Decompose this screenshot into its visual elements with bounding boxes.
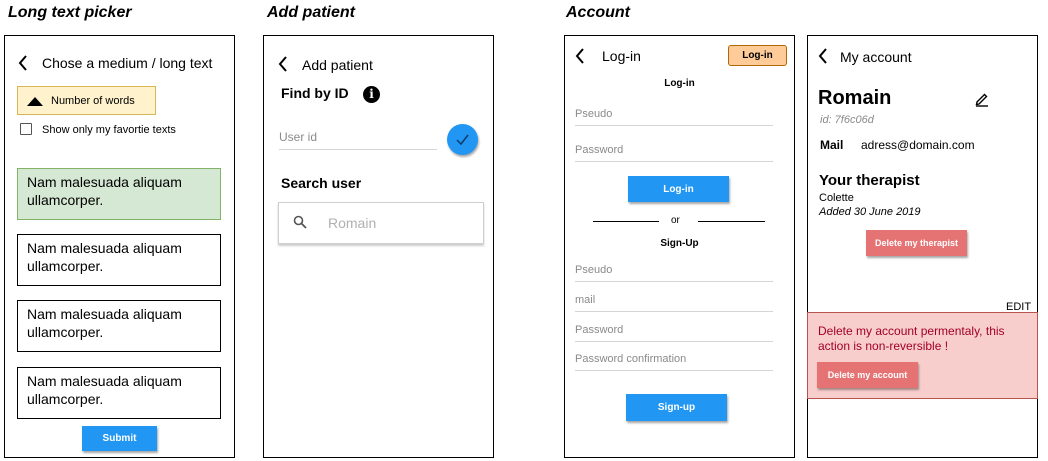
account-name: Romain — [818, 87, 892, 109]
add-patient-header-title: Add patient — [302, 57, 373, 73]
text-card[interactable]: Nam malesuada aliquam ullamcorper. — [17, 234, 221, 286]
phone-login: Log-in Log-in Log-in Pseudo Password Log… — [564, 35, 795, 458]
therapist-added-date: Added 30 June 2019 — [819, 206, 921, 218]
login-password-input[interactable]: Password — [575, 144, 773, 162]
phone-long-text-picker: Chose a medium / long text Number of wor… — [4, 35, 235, 458]
phone-my-account: My account Romain id: 7f6c06d Mail adres… — [807, 35, 1038, 458]
therapist-heading: Your therapist — [819, 172, 920, 189]
signup-pseudo-input[interactable]: Pseudo — [575, 264, 773, 282]
back-chevron-icon[interactable] — [18, 55, 28, 71]
search-placeholder: Romain — [328, 215, 377, 231]
text-card[interactable]: Nam malesuada aliquam ullamcorper. — [17, 367, 221, 419]
user-id-placeholder: User id — [279, 130, 318, 144]
submit-button[interactable]: Submit — [82, 426, 157, 451]
favorite-checkbox[interactable] — [20, 123, 32, 135]
signup-password-confirm-input[interactable]: Password confirmation — [575, 353, 773, 371]
login-header-title: Log-in — [602, 48, 641, 64]
signup-mail-input[interactable]: mail — [575, 294, 773, 312]
edit-pencil-icon[interactable] — [974, 91, 990, 107]
login-password-placeholder: Password — [575, 144, 624, 156]
login-pseudo-input[interactable]: Pseudo — [575, 108, 773, 126]
signup-mail-placeholder: mail — [575, 294, 596, 306]
confirm-id-button[interactable] — [447, 124, 478, 155]
section-title-picker: Long text picker — [8, 4, 132, 21]
or-separator: or — [671, 215, 680, 226]
info-icon[interactable]: i — [363, 86, 380, 103]
sort-number-of-words[interactable]: Number of words — [17, 86, 156, 115]
signup-pseudo-placeholder: Pseudo — [575, 264, 613, 276]
login-heading: Log-in — [664, 78, 695, 89]
divider-right — [698, 221, 765, 222]
therapist-name: Colette — [819, 192, 854, 204]
sort-up-icon — [27, 97, 43, 106]
login-pseudo-placeholder: Pseudo — [575, 108, 613, 120]
text-card-label: Nam malesuada aliquam ullamcorper. — [27, 240, 182, 274]
divider-left — [593, 221, 659, 222]
back-chevron-icon[interactable] — [818, 48, 828, 64]
text-card-label: Nam malesuada aliquam ullamcorper. — [27, 306, 182, 340]
account-user-id: id: 7f6c06d — [820, 114, 874, 126]
back-chevron-icon[interactable] — [278, 56, 288, 72]
find-by-id-heading: Find by ID — [281, 85, 349, 101]
back-chevron-icon[interactable] — [575, 48, 585, 64]
section-title-account: Account — [566, 4, 630, 21]
text-card-label: Nam malesuada aliquam ullamcorper. — [27, 174, 182, 208]
signup-submit-button[interactable]: Sign-up — [626, 394, 727, 421]
search-icon — [293, 215, 307, 229]
sort-label: Number of words — [51, 95, 135, 107]
signup-password-confirm-placeholder: Password confirmation — [575, 353, 687, 365]
favorite-label: Show only my favortie texts — [42, 124, 176, 136]
search-user-input[interactable]: Romain — [278, 202, 484, 244]
picker-header-title: Chose a medium / long text — [42, 55, 213, 71]
delete-account-button[interactable]: Delete my account — [817, 362, 918, 388]
search-user-heading: Search user — [281, 175, 362, 191]
text-card-label: Nam malesuada aliquam ullamcorper. — [27, 373, 182, 407]
mail-label: Mail — [820, 138, 844, 152]
text-card[interactable]: Nam malesuada aliquam ullamcorper. — [17, 300, 221, 352]
danger-zone: Delete my account permentaly, this actio… — [807, 312, 1038, 399]
phone-add-patient: Add patient Find by ID i User id Search … — [263, 35, 494, 458]
signup-heading: Sign-Up — [660, 238, 699, 249]
login-submit-button[interactable]: Log-in — [628, 176, 729, 202]
user-id-input[interactable]: User id — [279, 130, 437, 150]
delete-warning-text: Delete my account permentaly, this actio… — [818, 324, 1005, 353]
check-icon — [456, 134, 469, 145]
text-card-selected[interactable]: Nam malesuada aliquam ullamcorper. — [17, 168, 221, 220]
header-login-button[interactable]: Log-in — [728, 45, 787, 66]
signup-password-placeholder: Password — [575, 324, 624, 336]
signup-password-input[interactable]: Password — [575, 324, 773, 342]
account-header-title: My account — [840, 49, 912, 65]
delete-therapist-button[interactable]: Delete my therapist — [866, 230, 967, 256]
section-title-add-patient: Add patient — [267, 4, 355, 21]
mail-value: adress@domain.com — [861, 138, 975, 152]
